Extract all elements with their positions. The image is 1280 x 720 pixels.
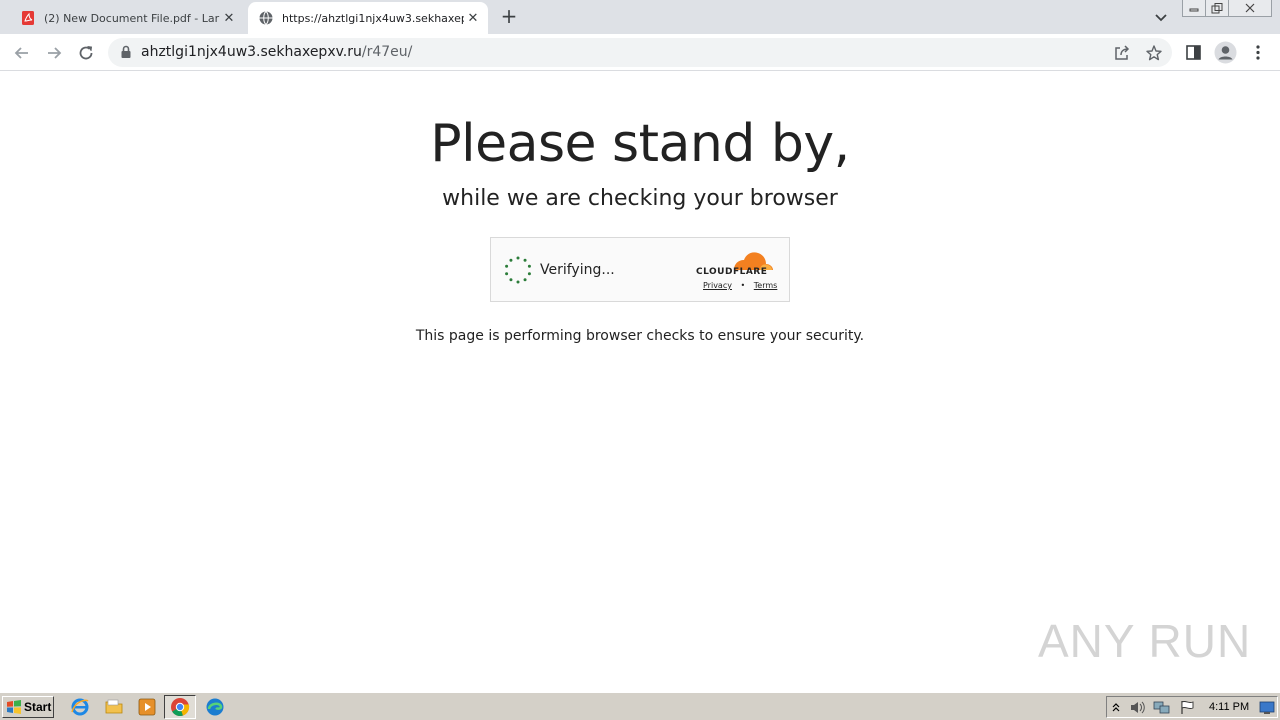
tab-active-site[interactable]: https://ahztlgi1njx4uw3.sekhaxepxv ✕ — [248, 2, 488, 34]
watermark-text: ANY RUN — [1038, 615, 1252, 667]
bookmark-star-icon[interactable] — [1145, 44, 1163, 62]
verifying-status: Verifying... — [540, 262, 615, 278]
security-note: This page is performing browser checks t… — [415, 328, 865, 344]
url-host: ahztlgi1njx4uw3.sekhaxepxv.ru — [141, 44, 362, 60]
window-close-button[interactable] — [1228, 0, 1272, 17]
minimize-icon — [1189, 8, 1199, 12]
address-bar[interactable]: ahztlgi1njx4uw3.sekhaxepxv.ru/r47eu/ — [108, 38, 1172, 67]
spinner-dot — [523, 258, 527, 262]
start-button[interactable]: Start — [2, 696, 54, 718]
spinner-dot — [527, 272, 531, 276]
terms-link[interactable]: Terms — [754, 281, 778, 290]
tab-strip: (2) New Document File.pdf - Lark Do ✕ ht… — [0, 0, 1280, 34]
reload-icon — [79, 46, 93, 60]
pdf-icon — [22, 11, 34, 25]
spinner-dot — [516, 256, 520, 260]
new-tab-button[interactable]: + — [498, 6, 520, 28]
side-panel-icon[interactable] — [1185, 44, 1202, 61]
spinner-dot — [516, 280, 520, 284]
tab-close-icon[interactable]: ✕ — [220, 9, 238, 27]
share-icon[interactable] — [1113, 44, 1131, 62]
media-player-icon[interactable] — [137, 697, 157, 717]
system-tray: 4:11 PM — [1106, 696, 1278, 718]
forward-arrow-icon — [48, 47, 62, 59]
browser-toolbar: ahztlgi1njx4uw3.sekhaxepxv.ru/r47eu/ — [0, 34, 1280, 71]
forward-button[interactable] — [42, 41, 66, 65]
network-icon[interactable] — [1153, 700, 1171, 715]
links-separator: • — [740, 281, 746, 290]
spinner-dot — [509, 258, 513, 262]
url-path: /r47eu/ — [361, 44, 413, 60]
windows-logo-icon — [7, 700, 21, 714]
chrome-taskbar-button[interactable] — [164, 695, 196, 719]
privacy-link[interactable]: Privacy — [703, 281, 732, 290]
volume-icon[interactable] — [1129, 700, 1147, 715]
restore-button[interactable] — [1205, 0, 1229, 17]
cloudflare-brand: CLOUDFLARE — [696, 267, 768, 277]
profile-avatar-icon[interactable] — [1214, 41, 1237, 64]
spinner-icon — [505, 256, 531, 284]
tab-pdf-document[interactable]: (2) New Document File.pdf - Lark Do ✕ — [12, 2, 244, 34]
windows-taskbar: Start 4:11 PM — [0, 692, 1280, 720]
restore-icon — [1211, 2, 1223, 13]
page-headline: Please stand by, — [430, 114, 850, 174]
page-content: Please stand by, while we are checking y… — [0, 72, 1280, 692]
tab-title: (2) New Document File.pdf - Lark Do — [44, 11, 220, 25]
globe-icon — [259, 11, 273, 25]
url-text[interactable]: ahztlgi1njx4uw3.sekhaxepxv.ru/r47eu/ — [141, 44, 412, 60]
menu-kebab-icon[interactable] — [1250, 44, 1266, 61]
chrome-icon — [171, 698, 190, 717]
tab-search-chevron-icon[interactable] — [1152, 8, 1170, 26]
tab-title: https://ahztlgi1njx4uw3.sekhaxepxv — [282, 11, 464, 25]
show-desktop-icon[interactable] — [1259, 700, 1275, 715]
window-close-icon — [1245, 3, 1255, 13]
tray-expand-icon[interactable] — [1111, 700, 1121, 714]
lock-icon[interactable] — [120, 45, 132, 59]
edge-icon[interactable] — [205, 697, 225, 717]
cloudflare-challenge-widget[interactable]: Verifying... CLOUDFLARE Privacy • Terms — [490, 237, 790, 302]
reload-button[interactable] — [74, 41, 98, 65]
action-center-flag-icon[interactable] — [1179, 700, 1195, 715]
spinner-dot — [505, 272, 509, 276]
start-label: Start — [24, 700, 52, 714]
minimize-button[interactable] — [1182, 0, 1206, 17]
tab-close-icon[interactable]: ✕ — [464, 9, 482, 27]
spinner-dot — [509, 278, 513, 282]
internet-explorer-icon[interactable] — [70, 697, 90, 717]
spinner-dot — [523, 278, 527, 282]
cloudflare-links: Privacy • Terms — [703, 281, 777, 290]
taskbar-clock[interactable]: 4:11 PM — [1209, 701, 1249, 713]
window-controls — [1182, 0, 1272, 17]
file-explorer-icon[interactable] — [104, 697, 124, 717]
spinner-dot — [527, 264, 531, 268]
page-subheadline: while we are checking your browser — [442, 186, 838, 211]
back-arrow-icon — [14, 47, 28, 59]
spinner-dot — [505, 264, 509, 268]
anyrun-watermark: ANY RUN — [1038, 610, 1251, 672]
back-button[interactable] — [10, 41, 34, 65]
